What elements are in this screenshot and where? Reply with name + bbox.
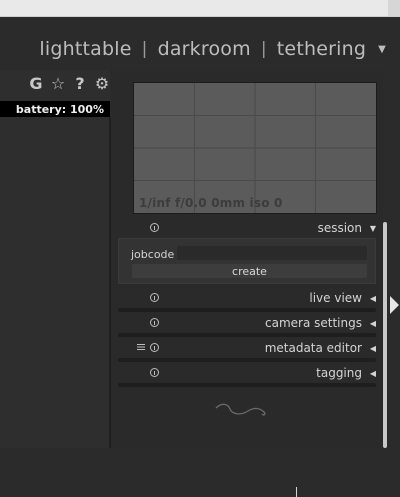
info-icon[interactable] [150, 318, 159, 327]
battery-indicator: battery: 100% [0, 101, 110, 117]
module-label: camera settings [265, 316, 362, 330]
triangle-down-icon[interactable]: ▼ [378, 44, 386, 55]
module-label: live view [309, 291, 362, 305]
flourish-ornament [215, 403, 266, 416]
info-icon[interactable] [150, 223, 159, 232]
scrollbar[interactable] [383, 222, 387, 448]
info-icon[interactable] [150, 293, 159, 302]
presets-icon[interactable] [137, 343, 145, 351]
view-lighttable[interactable]: lighttable [39, 38, 131, 60]
triangle-down-icon: ▼ [369, 223, 376, 233]
left-panel-toolbar: G ☆ ? ⚙ [28, 74, 110, 93]
module-camera-settings[interactable]: camera settings ◀ [118, 312, 378, 337]
module-live-view[interactable]: live view ◀ [118, 287, 378, 312]
create-button[interactable]: create [132, 264, 367, 278]
left-panel [0, 70, 110, 448]
gear-icon[interactable]: ⚙ [94, 74, 110, 93]
info-icon[interactable] [150, 343, 159, 352]
session-panel: jobcode create [118, 238, 376, 497]
module-label: metadata editor [264, 341, 362, 355]
text-cursor [296, 487, 297, 497]
view-separator: | [260, 39, 267, 59]
module-divider [118, 383, 376, 387]
info-icon[interactable] [150, 368, 159, 377]
module-session[interactable]: session ▼ [118, 217, 378, 239]
view-darkroom[interactable]: darkroom [158, 38, 251, 60]
view-separator: | [141, 39, 148, 59]
module-label: tagging [316, 366, 362, 380]
view-switcher: lighttable | darkroom | tethering ▼ [39, 36, 386, 62]
window-titlebar [0, 0, 400, 17]
module-tagging[interactable]: tagging ◀ [118, 362, 378, 387]
module-label: session [317, 221, 362, 235]
grouping-icon[interactable]: G [28, 74, 44, 93]
exposure-info: 1/inf f/0.0 0mm iso 0 [139, 196, 283, 210]
triangle-left-icon: ◀ [369, 293, 376, 303]
jobcode-input[interactable] [177, 246, 367, 260]
module-metadata-editor[interactable]: metadata editor ◀ [118, 337, 378, 362]
camera-preview: 1/inf f/0.0 0mm iso 0 [133, 82, 377, 214]
titlebar-edge [388, 0, 400, 16]
jobcode-label: jobcode [131, 248, 175, 261]
triangle-left-icon: ◀ [369, 318, 376, 328]
view-tethering[interactable]: tethering [277, 38, 366, 60]
right-panel-edge [387, 70, 400, 448]
help-icon[interactable]: ? [72, 74, 88, 93]
expand-panel-icon[interactable] [390, 296, 399, 314]
star-icon[interactable]: ☆ [50, 74, 66, 93]
triangle-left-icon: ◀ [369, 343, 376, 353]
triangle-left-icon: ◀ [369, 368, 376, 378]
preview-grid [134, 83, 376, 213]
